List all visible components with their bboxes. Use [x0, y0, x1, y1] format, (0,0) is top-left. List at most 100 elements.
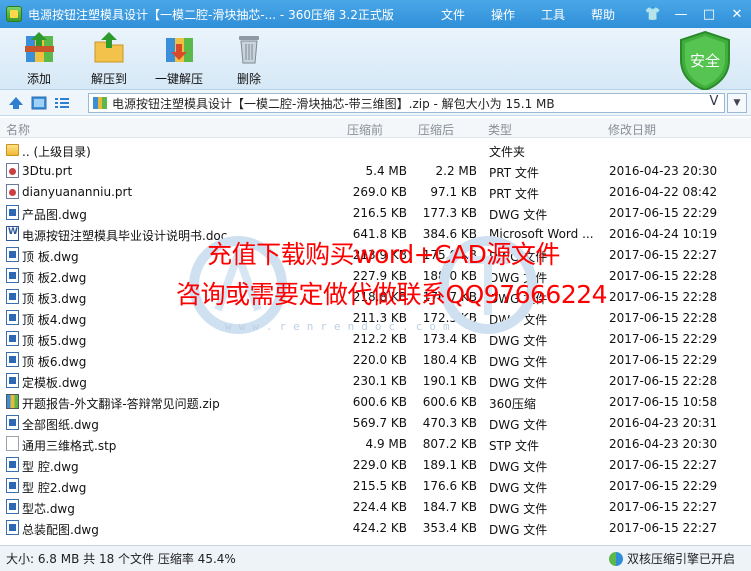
zip-file-icon [6, 394, 19, 409]
one-click-extract-icon [160, 30, 198, 66]
add-button[interactable]: 添加 [6, 30, 72, 87]
file-date: 2017-06-15 10:58 [609, 395, 718, 409]
file-size-after: 190.1 KB [422, 374, 477, 388]
toolbar: 添加 解压到 一键解压 删除 安全 [0, 28, 751, 92]
file-size-after: 173.4 KB [422, 332, 477, 346]
file-size-before: 215.5 KB [352, 479, 407, 493]
file-row[interactable]: .. (上级目录) 文件夹 [0, 139, 751, 160]
file-type: DWG 文件 [489, 523, 548, 537]
extract-to-label: 解压到 [90, 72, 127, 86]
column-name[interactable]: 名称 [6, 121, 30, 138]
file-row[interactable]: 顶 板6.dwg 220.0 KB 180.4 KB DWG 文件 2017-06-15… [0, 349, 751, 370]
file-type: 360压缩 [489, 397, 536, 411]
file-type: DWG 文件 [489, 334, 548, 348]
file-size-before: 216.5 KB [352, 206, 407, 220]
list-view-icon[interactable] [54, 95, 70, 111]
nav-buttons [0, 95, 84, 111]
engine-status[interactable]: 双核压缩引擎已开启 [608, 550, 735, 567]
file-date: 2017-06-15 22:27 [609, 500, 718, 514]
up-arrow-icon[interactable] [8, 95, 24, 111]
file-row[interactable]: 通用三维格式.stp 4.9 MB 807.2 KB STP 文件 2016-04-23… [0, 433, 751, 454]
dwg-file-icon [6, 415, 19, 430]
file-type: DWG 文件 [489, 355, 548, 369]
file-name: 产品图.dwg [22, 208, 87, 222]
promo-line-2: 咨询或需要定做代做联系QQ97666224 [175, 280, 608, 309]
file-size-after: 176.6 KB [422, 479, 477, 493]
watermark-url: www.renrendoc.com [225, 320, 457, 333]
file-type: PRT 文件 [489, 166, 539, 180]
file-name: 型 腔.dwg [22, 460, 79, 474]
file-size-after: 807.2 KB [422, 437, 477, 451]
file-name: 总装配图.dwg [22, 523, 99, 537]
dwg-file-icon [6, 310, 19, 325]
file-date: 2017-06-15 22:29 [609, 479, 718, 493]
file-row[interactable]: 全部图纸.dwg 569.7 KB 470.3 KB DWG 文件 2016-04-23… [0, 412, 751, 433]
dwg-file-icon [6, 373, 19, 388]
address-dropdown-icon[interactable]: ▼ [727, 93, 747, 113]
file-row[interactable]: 3Dtu.prt 5.4 MB 2.2 MB PRT 文件 2016-04-23 20:… [0, 160, 751, 181]
file-size-after: 470.3 KB [422, 416, 477, 430]
column-compressed[interactable]: 压缩前 [347, 121, 383, 138]
file-row[interactable]: 型 腔2.dwg 215.5 KB 176.6 KB DWG 文件 2017-06-15… [0, 475, 751, 496]
address-field[interactable]: 电源按钮注塑模具设计【一模二腔-滑块抽芯-带三维图】.zip - 解包大小为 1… [88, 93, 725, 113]
menu-operation[interactable]: 操作 [478, 6, 528, 23]
file-row[interactable]: 型芯.dwg 224.4 KB 184.7 KB DWG 文件 2017-06-15 2… [0, 496, 751, 517]
file-size-before: 569.7 KB [352, 416, 407, 430]
prt-file-icon [6, 163, 19, 178]
file-date: 2016-04-23 20:30 [609, 164, 718, 178]
file-type: DWG 文件 [489, 481, 548, 495]
file-row[interactable]: 产品图.dwg 216.5 KB 177.3 KB DWG 文件 2017-06-15 … [0, 202, 751, 223]
file-row[interactable]: 总装配图.dwg 424.2 KB 353.4 KB DWG 文件 2017-06-15… [0, 517, 751, 538]
menu-file[interactable]: 文件 [428, 6, 478, 23]
address-bar: 电源按钮注塑模具设计【一模二腔-滑块抽芯-带三维图】.zip - 解包大小为 1… [0, 90, 751, 116]
file-date: 2017-06-15 22:29 [609, 353, 718, 367]
stp-file-icon [6, 436, 19, 451]
file-size-before: 600.6 KB [352, 395, 407, 409]
file-row[interactable]: 定模板.dwg 230.1 KB 190.1 KB DWG 文件 2017-06-15 … [0, 370, 751, 391]
delete-label: 删除 [236, 72, 261, 86]
one-click-extract-button[interactable]: 一键解压 [146, 30, 212, 87]
file-type: DWG 文件 [489, 460, 548, 474]
dwg-file-icon [6, 499, 19, 514]
file-size-before: 224.4 KB [352, 500, 407, 514]
close-button[interactable]: ✕ [723, 3, 751, 25]
menu-tools[interactable]: 工具 [528, 6, 578, 23]
file-type: DWG 文件 [489, 313, 548, 327]
file-size-before: 4.9 MB [365, 437, 407, 451]
file-row[interactable]: 型 腔.dwg 229.0 KB 189.1 KB DWG 文件 2017-06-15 … [0, 454, 751, 475]
file-date: 2017-06-15 22:29 [609, 332, 718, 346]
file-date: 2017-06-15 22:28 [609, 374, 718, 388]
thumbnail-view-icon[interactable] [30, 95, 48, 111]
dwg-file-icon [6, 520, 19, 535]
column-modified[interactable]: 修改日期 [608, 121, 656, 138]
menu-help[interactable]: 帮助 [578, 6, 628, 23]
file-size-before: 5.4 MB [365, 164, 407, 178]
file-name: 顶 板6.dwg [22, 355, 87, 369]
extract-to-button[interactable]: 解压到 [76, 30, 142, 87]
column-header: 名称 压缩前 压缩后 类型 修改日期 [0, 118, 751, 138]
skin-shirt-icon[interactable]: 👕 [639, 3, 667, 25]
file-size-after: 2.2 MB [435, 164, 477, 178]
file-size-before: 230.1 KB [352, 374, 407, 388]
engine-label: 双核压缩引擎已开启 [626, 552, 735, 566]
file-row[interactable]: dianyuananniu.prt 269.0 KB 97.1 KB PRT 文件 20… [0, 181, 751, 202]
column-type[interactable]: 类型 [488, 121, 512, 138]
file-type: STP 文件 [489, 439, 539, 453]
verify-icon[interactable]: V [706, 94, 722, 109]
file-size-after: 97.1 KB [430, 185, 477, 199]
dwg-file-icon [6, 205, 19, 220]
dwg-file-icon [6, 457, 19, 472]
promo-line-1: 充值下载购买word+CAD源文件 [207, 240, 560, 269]
dwg-file-icon [6, 331, 19, 346]
app-logo-icon [6, 6, 22, 22]
delete-button[interactable]: 删除 [216, 30, 282, 87]
minimize-button[interactable]: — [667, 3, 695, 25]
security-shield[interactable]: 安全 [677, 30, 733, 92]
file-size-after: 184.7 KB [422, 500, 477, 514]
file-row[interactable]: 开题报告-外文翻译-答辩常见问题.zip 600.6 KB 600.6 KB 360压… [0, 391, 751, 412]
column-packed[interactable]: 压缩后 [418, 121, 454, 138]
file-name: 通用三维格式.stp [22, 439, 117, 453]
file-type: DWG 文件 [489, 376, 548, 390]
address-path: 电源按钮注塑模具设计【一模二腔-滑块抽芯-带三维图】.zip - 解包大小为 1… [112, 96, 555, 111]
maximize-button[interactable]: □ [695, 3, 723, 25]
